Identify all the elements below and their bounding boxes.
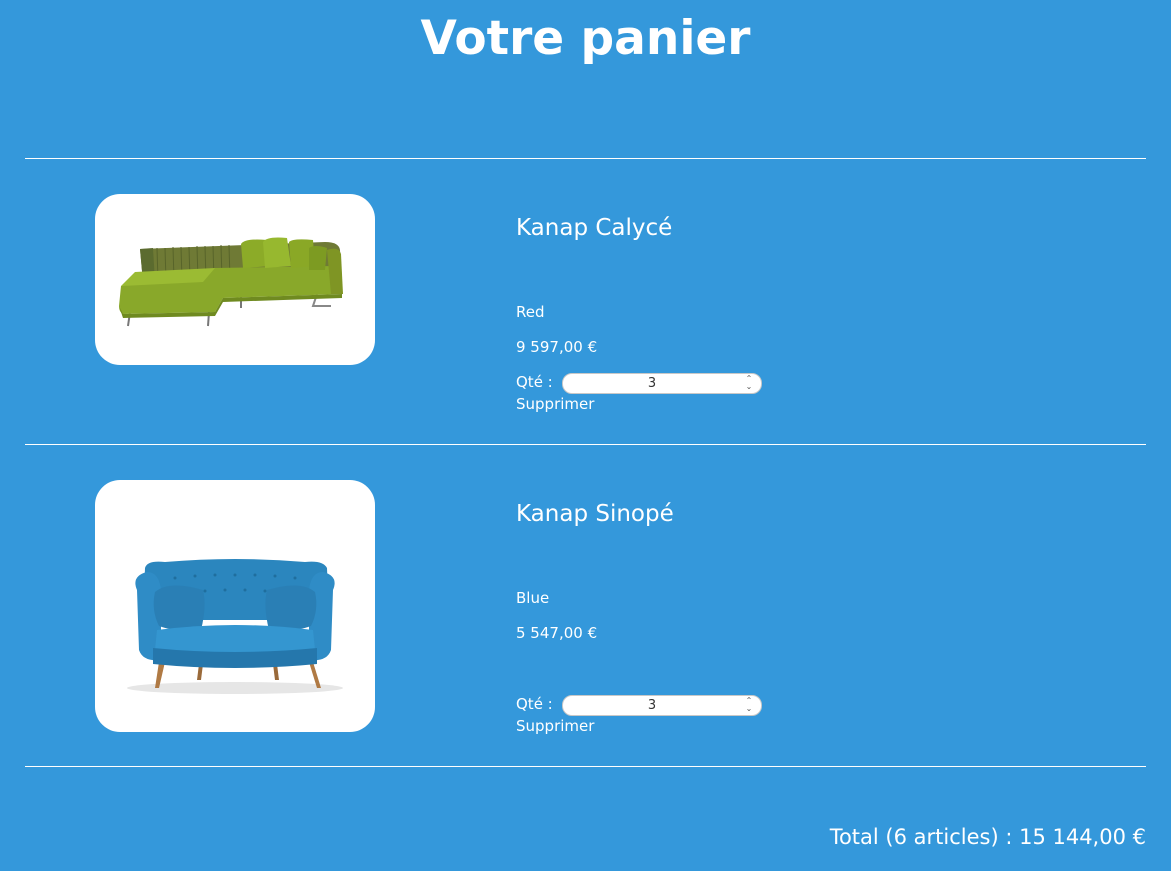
- blue-sofa-illustration: [127, 559, 343, 694]
- product-color: Red: [516, 303, 545, 321]
- quantity-stepper[interactable]: ⌃ ⌄: [743, 375, 755, 392]
- cart-total: Total (6 articles) : 15 144,00 €: [829, 825, 1146, 849]
- divider: [25, 158, 1146, 159]
- chevron-down-icon[interactable]: ⌄: [743, 383, 755, 391]
- quantity-input[interactable]: 3: [562, 695, 762, 716]
- product-color: Blue: [516, 589, 550, 607]
- quantity-input[interactable]: 3: [562, 373, 762, 394]
- product-name: Kanap Sinopé: [516, 501, 674, 527]
- product-image-kanap-sinope[interactable]: [95, 480, 375, 732]
- product-price: 5 547,00 €: [516, 624, 598, 642]
- page-title: Votre panier: [420, 11, 751, 66]
- green-corner-sofa-illustration: [119, 237, 343, 327]
- divider: [25, 444, 1146, 445]
- product-image-kanap-calyce[interactable]: [95, 194, 375, 365]
- divider: [25, 766, 1146, 767]
- quantity-label: Qté :: [516, 695, 553, 713]
- product-price: 9 597,00 €: [516, 338, 598, 356]
- quantity-stepper[interactable]: ⌃ ⌄: [743, 697, 755, 714]
- quantity-label: Qté :: [516, 373, 553, 391]
- chevron-down-icon[interactable]: ⌄: [743, 705, 755, 713]
- delete-item-button[interactable]: Supprimer: [516, 394, 594, 414]
- product-name: Kanap Calycé: [516, 215, 673, 241]
- delete-item-button[interactable]: Supprimer: [516, 716, 594, 736]
